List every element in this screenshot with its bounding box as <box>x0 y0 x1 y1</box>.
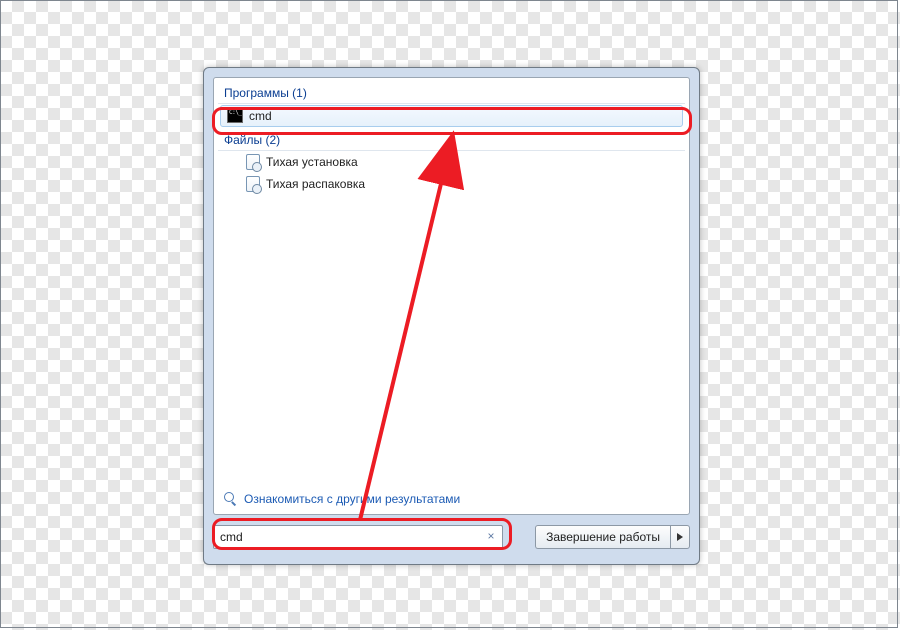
result-file-1[interactable]: Тихая установка <box>218 151 685 173</box>
result-file-2[interactable]: Тихая распаковка <box>218 173 685 195</box>
search-results-panel: Программы (1) cmd Файлы (2) Тихая устано… <box>213 77 690 515</box>
document-icon <box>246 176 260 192</box>
chevron-right-icon <box>677 533 683 541</box>
search-input[interactable] <box>213 525 503 549</box>
result-program-cmd[interactable]: cmd <box>220 105 683 127</box>
section-header-files: Файлы (2) <box>218 131 685 151</box>
see-more-results-link[interactable]: Ознакомиться с другими результатами <box>224 492 460 506</box>
cmd-exe-icon <box>227 109 243 123</box>
shutdown-options-button[interactable] <box>670 525 690 549</box>
result-label: Тихая распаковка <box>266 177 365 191</box>
section-header-programs: Программы (1) <box>218 84 685 104</box>
shutdown-button[interactable]: Завершение работы <box>535 525 670 549</box>
search-box-wrap: × <box>213 525 503 549</box>
start-menu-bottom-bar: × Завершение работы <box>213 519 690 555</box>
start-menu-window: Программы (1) cmd Файлы (2) Тихая устано… <box>203 67 700 565</box>
result-label: cmd <box>249 109 272 123</box>
see-more-label: Ознакомиться с другими результатами <box>244 492 460 506</box>
shutdown-split-button: Завершение работы <box>535 525 690 549</box>
search-icon <box>224 492 238 506</box>
document-icon <box>246 154 260 170</box>
clear-search-icon[interactable]: × <box>484 529 498 543</box>
result-label: Тихая установка <box>266 155 358 169</box>
shutdown-label: Завершение работы <box>546 530 660 544</box>
